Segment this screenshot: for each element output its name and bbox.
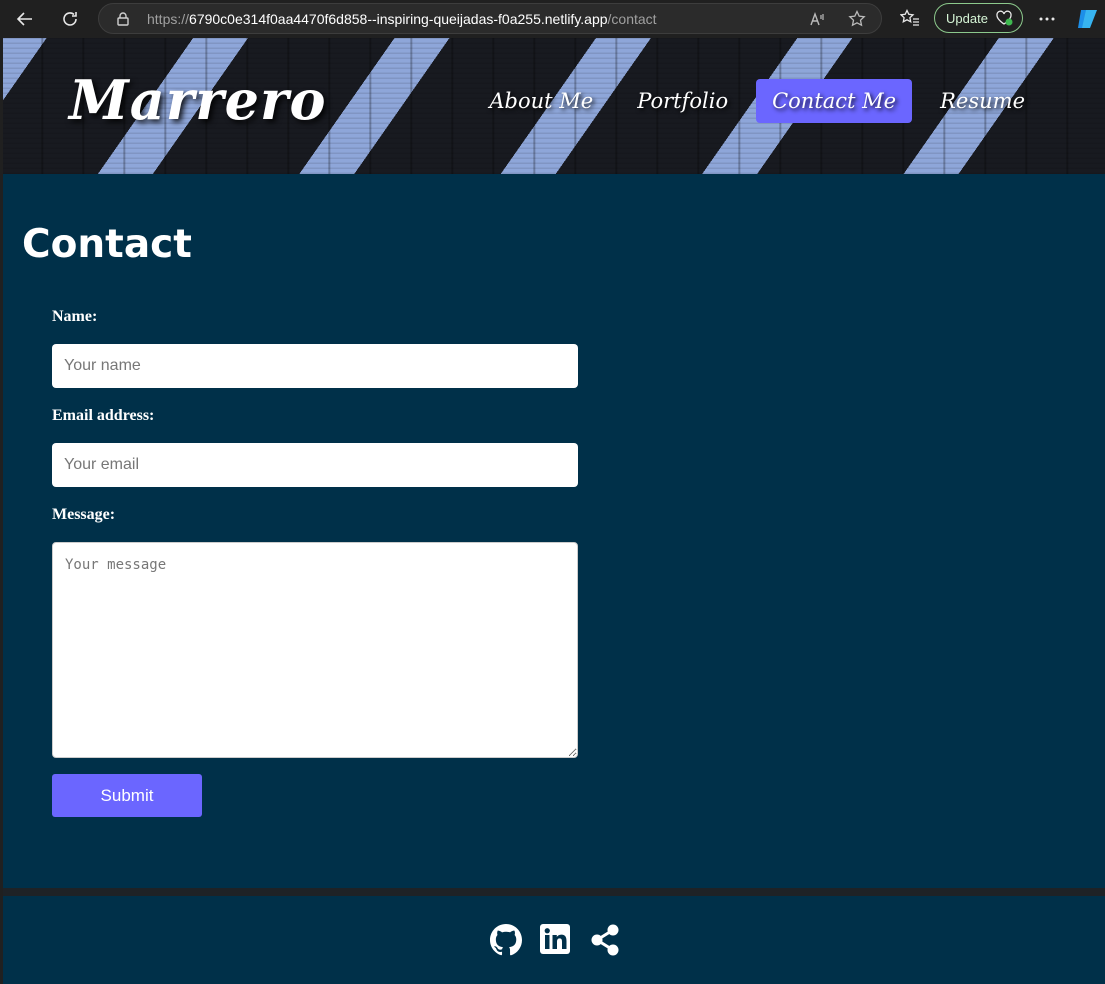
nav-resume[interactable]: Resume [924,79,1041,123]
github-icon[interactable] [490,924,523,956]
lock-icon [117,12,129,26]
favorites-icon[interactable] [900,9,920,27]
url-text: https://6790c0e314f0aa4470f6d858--inspir… [147,11,657,27]
email-input[interactable] [52,443,578,487]
heart-pulse-icon [996,10,1013,26]
browser-toolbar: https://6790c0e314f0aa4470f6d858--inspir… [0,0,1105,38]
contact-form: Name: Email address: Message: Submit [52,308,578,817]
nav-portfolio[interactable]: Portfolio [621,79,744,123]
page: Marrero About Me Portfolio Contact Me Re… [3,38,1105,984]
url-host: 6790c0e314f0aa4470f6d858--inspiring-quei… [189,11,608,27]
update-button[interactable]: Update [934,3,1023,33]
read-aloud-icon[interactable] [809,11,827,27]
name-label: Name: [52,308,98,325]
back-icon[interactable] [11,5,39,33]
site-header: Marrero About Me Portfolio Contact Me Re… [3,38,1105,174]
refresh-icon[interactable] [56,5,84,33]
update-label: Update [946,10,988,26]
social-links [490,924,622,956]
submit-button[interactable]: Submit [52,774,202,817]
email-label: Email address: [52,407,155,424]
linkedin-icon[interactable] [540,924,572,956]
copilot-icon[interactable] [1076,7,1100,31]
message-label: Message: [52,506,116,523]
nav-contact-me[interactable]: Contact Me [756,79,913,123]
nav-about-me[interactable]: About Me [473,79,609,123]
site-logo[interactable]: Marrero [69,68,327,132]
url-scheme: https:// [147,11,190,27]
main-nav: About Me Portfolio Contact Me Resume [473,79,1041,123]
site-footer [3,888,1105,984]
page-title: Contact [22,222,192,267]
favorite-star-icon[interactable] [848,10,866,28]
address-bar[interactable]: https://6790c0e314f0aa4470f6d858--inspir… [98,3,882,34]
url-path: /contact [607,11,657,27]
share-icon[interactable] [590,924,622,956]
name-input[interactable] [52,344,578,388]
more-menu-icon[interactable] [1033,5,1061,33]
message-textarea[interactable] [52,542,578,758]
